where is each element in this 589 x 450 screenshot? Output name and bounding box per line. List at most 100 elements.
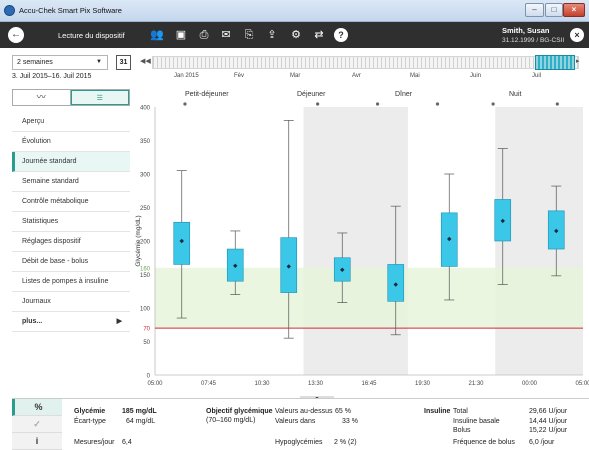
calendar-icon[interactable]: 31: [116, 55, 131, 70]
sidebar-item[interactable]: plus... ▶: [12, 312, 130, 332]
within-value: 33 %: [342, 418, 358, 425]
month-label: Fév: [234, 73, 245, 79]
sidebar-item[interactable]: Évolution: [12, 132, 130, 152]
settings-icon[interactable]: ⚙: [289, 28, 303, 42]
stats-tabs: % ✓ i: [12, 399, 62, 450]
bolus-freq-label: Fréquence de bolus: [453, 439, 515, 446]
back-arrow-icon[interactable]: ←: [8, 27, 24, 43]
y-tick-label: 400: [140, 106, 151, 112]
y-tick-label: 350: [140, 139, 151, 145]
meal-icon: [435, 102, 440, 106]
target-label: Objectif glycémique: [206, 408, 273, 415]
sidebar-item[interactable]: Journaux: [12, 292, 130, 312]
sidebar-item[interactable]: Réglages dispositif: [12, 232, 130, 252]
y-tick-label: 300: [140, 173, 151, 179]
date-range-label: 3. Juil 2015–16. Juil 2015: [12, 73, 92, 80]
month-label: Juin: [470, 73, 482, 79]
glycemia-value: 185 mg/dL: [122, 408, 157, 415]
view-toggle: 〰 ☰: [12, 89, 130, 106]
measures-label: Mesures/jour: [74, 439, 115, 446]
info-tab[interactable]: i: [12, 433, 62, 450]
table-view-icon[interactable]: ☰: [70, 90, 129, 105]
timeline-months: Jan 2015 Fév Mar Avr Mai Juin Juil: [152, 73, 582, 83]
meal-icon: [316, 102, 320, 106]
timeline-scroller[interactable]: [152, 56, 579, 69]
app-logo-icon: [4, 5, 15, 16]
main-toolbar: ← Lecture du dispositif 👥 ▣ ⎙ ✉ ⎘ ⇪ ⚙ ⇄ …: [0, 22, 589, 48]
timeline-start-icon[interactable]: ◀◀: [140, 57, 151, 65]
device-icon[interactable]: ⇄: [312, 28, 326, 42]
total-label: Total: [453, 408, 468, 415]
measures-value: 6,4: [122, 439, 132, 446]
sidebar-item[interactable]: Débit de base - bolus: [12, 252, 130, 272]
report-nav-list: Aperçu Évolution Journée standard Semaine s…: [12, 112, 130, 332]
close-patient-icon[interactable]: ×: [570, 28, 584, 42]
export-icon[interactable]: ⇪: [265, 28, 279, 42]
mail-icon[interactable]: ✉: [219, 28, 233, 42]
sidebar-item[interactable]: Contrôle métabolique: [12, 192, 130, 212]
sidebar-item[interactable]: Statistiques: [12, 212, 130, 232]
x-tick-label: 00:00: [522, 381, 538, 387]
above-label: Valeurs au-dessus: [275, 408, 333, 415]
hypo-label: Hypoglycémies: [275, 439, 323, 446]
month-label: Juil: [532, 73, 542, 79]
check-tab[interactable]: ✓: [12, 416, 62, 433]
period-value: 2 semaines: [17, 59, 53, 66]
total-value: 29,66 U/jour: [529, 408, 568, 415]
sidebar-item-label: Journaux: [22, 298, 51, 305]
x-tick-label: 19:30: [415, 381, 431, 387]
minimize-button[interactable]: –: [525, 3, 544, 17]
boxplot-svg: 05070100150160200250300350400Glycémie (m…: [135, 102, 589, 387]
bolus-value: 15,22 U/jour: [529, 427, 568, 434]
patient-name: Smith, Susan: [502, 26, 550, 35]
meal-icon: [555, 102, 559, 106]
print-icon[interactable]: ⎙: [197, 28, 211, 42]
sidebar-item-label: Listes de pompes à insuline: [22, 278, 109, 285]
pdf-icon[interactable]: ⎘: [242, 28, 256, 42]
x-tick-label: 13:30: [308, 381, 324, 387]
percent-tab[interactable]: %: [12, 399, 62, 416]
meal-icon: [183, 102, 187, 106]
timeline-next-icon[interactable]: ▸: [576, 57, 580, 65]
standard-day-chart: Petit-déjeuner Déjeuner Dîner Nuit 0 50 70…: [133, 89, 589, 395]
period-label-dinner: Dîner: [395, 91, 413, 98]
chevron-down-icon: ▼: [96, 59, 102, 65]
timeline-selection-handle[interactable]: [535, 55, 575, 70]
sidebar-item[interactable]: Aperçu: [12, 112, 130, 132]
sidebar-item[interactable]: Journée standard: [12, 152, 130, 172]
graph-view-icon[interactable]: 〰: [13, 90, 71, 105]
y-tick-label: 70: [143, 327, 150, 333]
x-tick-label: 07:45: [201, 381, 217, 387]
sidebar-item[interactable]: Listes de pompes à insuline: [12, 272, 130, 292]
x-tick-label: 05:00: [147, 381, 163, 387]
window-title: Accu-Chek Smart Pix Software: [19, 6, 122, 15]
y-tick-label: 150: [140, 273, 151, 279]
sidebar: 〰 ☰ Aperçu Évolution Journée standard Semai…: [12, 89, 130, 395]
basal-label: Insuline basale: [453, 418, 500, 425]
period-dropdown[interactable]: 2 semaines ▼: [12, 55, 108, 70]
y-axis-label: Glycémie (mg/dL): [135, 215, 142, 266]
month-label: Avr: [352, 73, 361, 79]
within-label: Valeurs dans: [275, 418, 316, 425]
sidebar-item-label: Semaine standard: [22, 178, 79, 185]
target-range: (70–160 mg/dL): [206, 417, 256, 424]
period-label-night: Nuit: [509, 91, 522, 98]
box: [173, 221, 191, 265]
stats-panel: % ✓ i Glycémie 185 mg/dL Écart-type 64 m…: [12, 398, 589, 450]
users-icon[interactable]: 👥: [150, 28, 164, 42]
bolus-freq-value: 6,0 /jour: [529, 439, 555, 446]
sidebar-item[interactable]: Semaine standard: [12, 172, 130, 192]
above-value: 65 %: [335, 408, 351, 415]
save-icon[interactable]: ▣: [174, 28, 188, 42]
meal-icon: [375, 102, 380, 106]
close-window-button[interactable]: ×: [563, 3, 585, 17]
meal-icon: [491, 102, 495, 106]
hypo-value: 2 % (2): [334, 439, 357, 446]
sidebar-item-label: Statistiques: [22, 218, 59, 225]
x-tick-label: 21:30: [468, 381, 484, 387]
maximize-button[interactable]: □: [545, 3, 563, 17]
sidebar-item-label: Contrôle métabolique: [22, 198, 89, 205]
period-label-lunch: Déjeuner: [297, 91, 326, 98]
y-tick-label: 250: [140, 206, 151, 212]
help-icon[interactable]: ?: [334, 28, 348, 42]
